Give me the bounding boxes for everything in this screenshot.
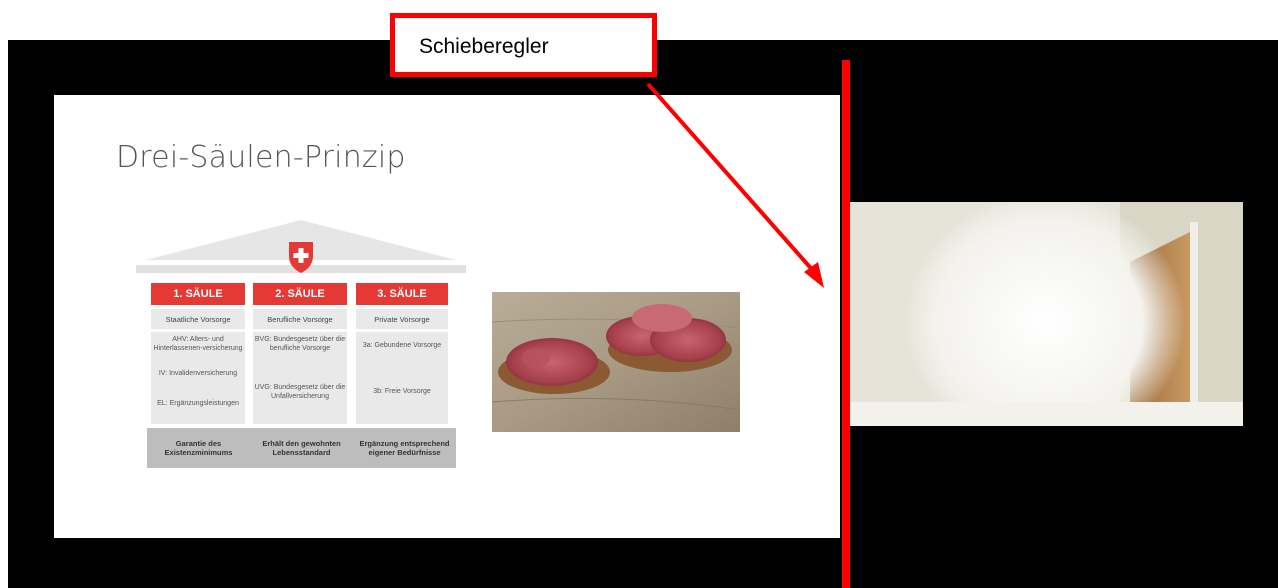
column-2-footer: Erhält den gewohnten Lebensstandard	[250, 428, 353, 468]
column-1-item: EL: Ergänzungsleistungen	[157, 400, 239, 407]
roof-diagram	[136, 220, 466, 273]
column-2-body: BVG: Bundesgesetz über die berufliche Vo…	[253, 332, 347, 424]
salami-bread-photo	[492, 292, 740, 432]
column-3-subheader: Private Vorsorge	[356, 309, 448, 329]
column-1-item: IV: Invalidenversicherung	[158, 370, 238, 377]
column-2-item: BVG: Bundesgesetz über die berufliche Vo…	[254, 336, 346, 352]
column-3-item: 3a: Gebundene Vorsorge	[362, 342, 442, 349]
column-3-body: 3a: Gebundene Vorsorge 3b: Freie Vorsorg…	[356, 332, 448, 424]
column-1-item: AHV: Alters- und Hinterlassenen-versiche…	[153, 336, 243, 352]
column-2-header: 2. SÄULE	[253, 283, 347, 305]
column-3-item: 3b: Freie Vorsorge	[373, 388, 431, 395]
slide-title: Drei-Säulen-Prinzip	[116, 140, 406, 175]
column-1-subheader: Staatliche Vorsorge	[151, 309, 245, 329]
column-3-header: 3. SÄULE	[356, 283, 448, 305]
callout-label: Schieberegler	[419, 35, 549, 58]
webcam-scene	[850, 202, 1243, 426]
column-2-item: UVG: Bundesgesetz über die Unfallversich…	[254, 384, 346, 400]
column-3-footer: Ergänzung entsprechend eigener Bedürfnis…	[353, 428, 456, 468]
column-1-body: AHV: Alters- und Hinterlassenen-versiche…	[151, 332, 245, 424]
webcam-video	[850, 202, 1243, 426]
column-1-footer: Garantie des Existenzminimums	[147, 428, 250, 468]
column-2-subheader: Berufliche Vorsorge	[253, 309, 347, 329]
callout-box: Schieberegler	[390, 13, 657, 77]
slider-divider-line[interactable]	[842, 60, 850, 588]
column-1-header: 1. SÄULE	[151, 283, 245, 305]
